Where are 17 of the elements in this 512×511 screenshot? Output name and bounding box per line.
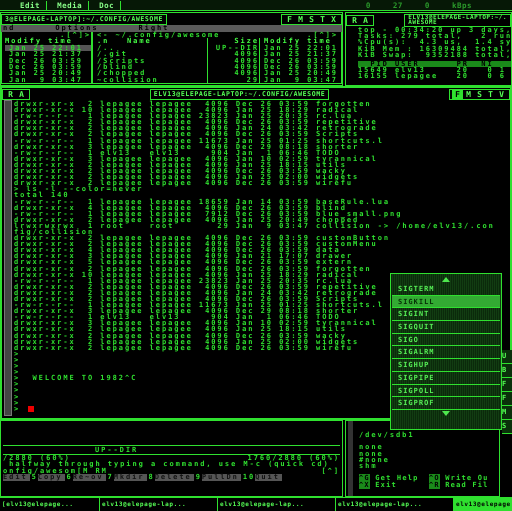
window-button[interactable]: M [295,14,306,24]
window-button[interactable]: F [284,14,295,24]
window-button[interactable]: S [474,90,485,98]
scroll-down-icon[interactable] [442,410,450,416]
window-button[interactable]: R [5,90,16,98]
window-button[interactable]: R [349,16,360,24]
scroll-up-icon[interactable] [442,277,450,282]
window-button[interactable]: X [328,14,339,24]
window-button[interactable]: S [306,14,317,24]
scrollbar[interactable] [4,100,12,416]
window-button[interactable]: A [16,90,27,98]
window-button[interactable]: T [317,14,328,24]
window-button[interactable]: A [360,16,371,24]
window-button[interactable]: V [496,90,507,98]
window-button[interactable]: F [452,90,463,98]
window-button[interactable]: T [484,90,496,98]
window-button[interactable]: M [462,90,474,98]
